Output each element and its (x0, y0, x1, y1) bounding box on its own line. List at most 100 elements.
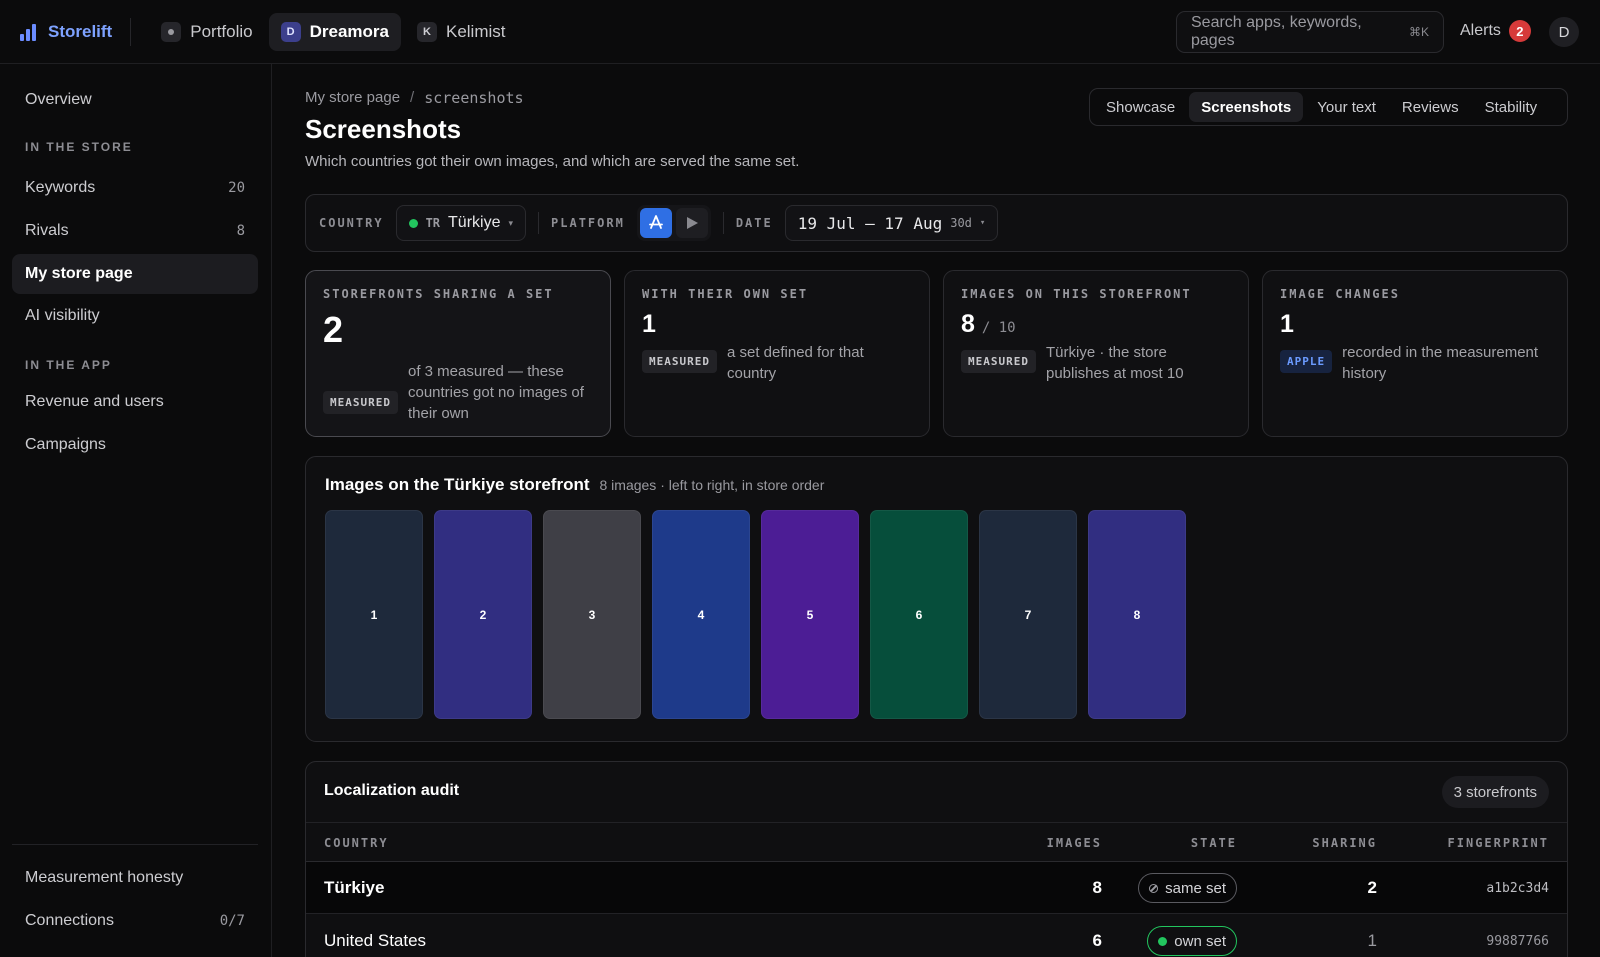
alerts-button[interactable]: Alerts 2 (1460, 20, 1531, 42)
app-tab-kelimist[interactable]: K Kelimist (405, 13, 518, 51)
alerts-label: Alerts (1460, 22, 1501, 39)
brand-name: Storelift (48, 21, 113, 41)
sidebar-item-store-page[interactable]: My store page (12, 254, 258, 294)
card-value-number: 1 (1280, 310, 1294, 338)
search-input[interactable]: Search apps, keywords, pages ⌘K (1176, 11, 1444, 53)
country-select[interactable]: TR Türkiye ▾ (395, 205, 527, 241)
app-badge: D (280, 21, 301, 42)
app-tab-dreamora[interactable]: D Dreamora (268, 12, 401, 51)
filter-bar: COUNTRY TR Türkiye ▾ PLATFORM DATE 19 Ju… (305, 194, 1568, 252)
sidebar-item-count: 20 (228, 180, 245, 196)
app-tab-label: Portfolio (190, 21, 253, 41)
sidebar-item-overview[interactable]: Overview (12, 80, 258, 120)
chevron-down-icon: ▾ (508, 217, 514, 228)
screenshot-number: 5 (806, 607, 814, 622)
table-header: COUNTRY IMAGES STATE SHARING FINGERPRINT (306, 822, 1567, 862)
sidebar-item-label: Keywords (25, 179, 96, 196)
bar-chart-icon (20, 23, 38, 41)
sidebar-item-label: Rivals (25, 222, 69, 239)
screenshot-thumbnail[interactable]: 1 (325, 510, 423, 719)
page-title: Screenshots (305, 114, 462, 144)
column-sharing[interactable]: SHARING (1312, 836, 1377, 850)
screenshot-thumbnail[interactable]: 6 (870, 510, 968, 719)
sidebar-item-label: AI visibility (25, 307, 100, 324)
metric-card-changes: IMAGE CHANGES 1 APPLE recorded in the me… (1262, 270, 1568, 437)
brand[interactable]: Storelift (20, 22, 112, 42)
card-label: IMAGE CHANGES (1280, 287, 1400, 301)
column-fingerprint[interactable]: FINGERPRINT (1448, 836, 1549, 850)
screenshot-thumbnail[interactable]: 3 (543, 510, 641, 719)
row-sharing: 1 (1367, 931, 1377, 950)
images-subtitle: 8 images · left to right, in store order (599, 477, 825, 493)
images-header: Images on the Türkiye storefront 8 image… (325, 475, 824, 495)
app-tab-portfolio[interactable]: Portfolio (149, 13, 264, 51)
platform-toggle (636, 205, 711, 241)
breadcrumb-parent[interactable]: My store page (305, 89, 400, 107)
column-state[interactable]: STATE (1191, 836, 1237, 850)
card-value-number: 8 (961, 310, 975, 338)
sidebar-item-label: Overview (25, 91, 92, 108)
app-store-icon[interactable] (639, 208, 672, 238)
card-note: recorded in the measurement history (1342, 344, 1539, 382)
tab-stability[interactable]: Stability (1473, 92, 1550, 122)
status-badge-label: same set (1165, 879, 1226, 897)
country-name: Türkiye (448, 214, 501, 231)
sidebar-item-revenue[interactable]: Revenue and users (12, 382, 258, 422)
screenshot-thumbnail[interactable]: 8 (1088, 510, 1186, 719)
status-dot-icon (408, 218, 418, 228)
tab-your-text[interactable]: Your text (1305, 92, 1388, 122)
sidebar-item-label: Connections (25, 912, 114, 929)
screenshot-thumbnail[interactable]: 4 (652, 510, 750, 719)
card-value: 1 (642, 310, 912, 339)
status-badge: own set (1147, 926, 1237, 956)
sidebar-item-rivals[interactable]: Rivals 8 (12, 211, 258, 251)
row-fingerprint: 99887766 (1486, 934, 1549, 949)
tab-reviews[interactable]: Reviews (1390, 92, 1471, 122)
metric-card-images: IMAGES ON THIS STOREFRONT 8 / 10 MEASURE… (943, 270, 1249, 437)
search-placeholder: Search apps, keywords, pages (1191, 14, 1362, 49)
sidebar-item-count: 0/7 (219, 913, 245, 929)
tab-showcase[interactable]: Showcase (1094, 92, 1187, 122)
measured-tag: MEASURED (961, 350, 1036, 373)
sidebar-divider (12, 844, 258, 845)
sidebar-item-campaigns[interactable]: Campaigns (12, 425, 258, 465)
divider (538, 212, 540, 234)
row-images: 8 (1092, 878, 1102, 897)
card-label: STOREFRONTS SHARING A SET (323, 287, 554, 301)
card-foot: MEASURED of 3 measured — these countries… (323, 361, 596, 424)
page-subtitle: Which countries got their own images, an… (305, 153, 800, 170)
sidebar-item-ai-visibility[interactable]: AI visibility (12, 296, 258, 336)
card-foot: MEASURED Türkiye · the store publishes a… (961, 342, 1234, 384)
sidebar-section-store: IN THE STORE (25, 140, 133, 154)
column-images[interactable]: IMAGES (1047, 836, 1102, 850)
date-range-select[interactable]: 19 Jul – 17 Aug 30d ▾ (784, 205, 999, 241)
country-code: TR (425, 216, 441, 230)
apple-tag: APPLE (1280, 350, 1333, 373)
card-value-max: / 10 (981, 320, 1016, 336)
screenshot-thumbnail[interactable]: 5 (761, 510, 859, 719)
screenshot-strip: 1 2 3 4 5 6 7 8 (325, 510, 1186, 719)
table-row[interactable]: Türkiye 8 same set 2 a1b2c3d4 (306, 862, 1567, 914)
app-tab-label: Dreamora (309, 21, 389, 41)
card-note: of 3 measured — these countries got no i… (407, 363, 584, 422)
screenshot-thumbnail[interactable]: 2 (434, 510, 532, 719)
column-country[interactable]: COUNTRY (324, 836, 389, 850)
tab-screenshots[interactable]: Screenshots (1189, 92, 1304, 122)
avatar[interactable]: D (1549, 17, 1579, 47)
chevron-down-icon: ▾ (979, 218, 986, 228)
sidebar-item-honesty[interactable]: Measurement honesty (12, 858, 258, 898)
screenshot-thumbnail[interactable]: 7 (979, 510, 1077, 719)
table-row[interactable]: United States 6 own set 1 99887766 (306, 915, 1567, 957)
sidebar-item-keywords[interactable]: Keywords 20 (12, 168, 258, 208)
row-fingerprint: a1b2c3d4 (1486, 881, 1549, 896)
storefront-count-badge: 3 storefronts (1441, 776, 1549, 808)
section-tabs: Showcase Screenshots Your text Reviews S… (1089, 88, 1568, 126)
measured-tag: MEASURED (642, 350, 717, 373)
sidebar-item-connections[interactable]: Connections 0/7 (12, 901, 258, 941)
google-play-icon[interactable] (675, 208, 708, 238)
screenshot-number: 4 (697, 607, 705, 622)
card-note: a set defined for that country (726, 344, 864, 382)
screenshot-number: 7 (1024, 607, 1032, 622)
sidebar-item-count: 8 (236, 223, 245, 239)
app-tab-label: Kelimist (445, 21, 506, 41)
